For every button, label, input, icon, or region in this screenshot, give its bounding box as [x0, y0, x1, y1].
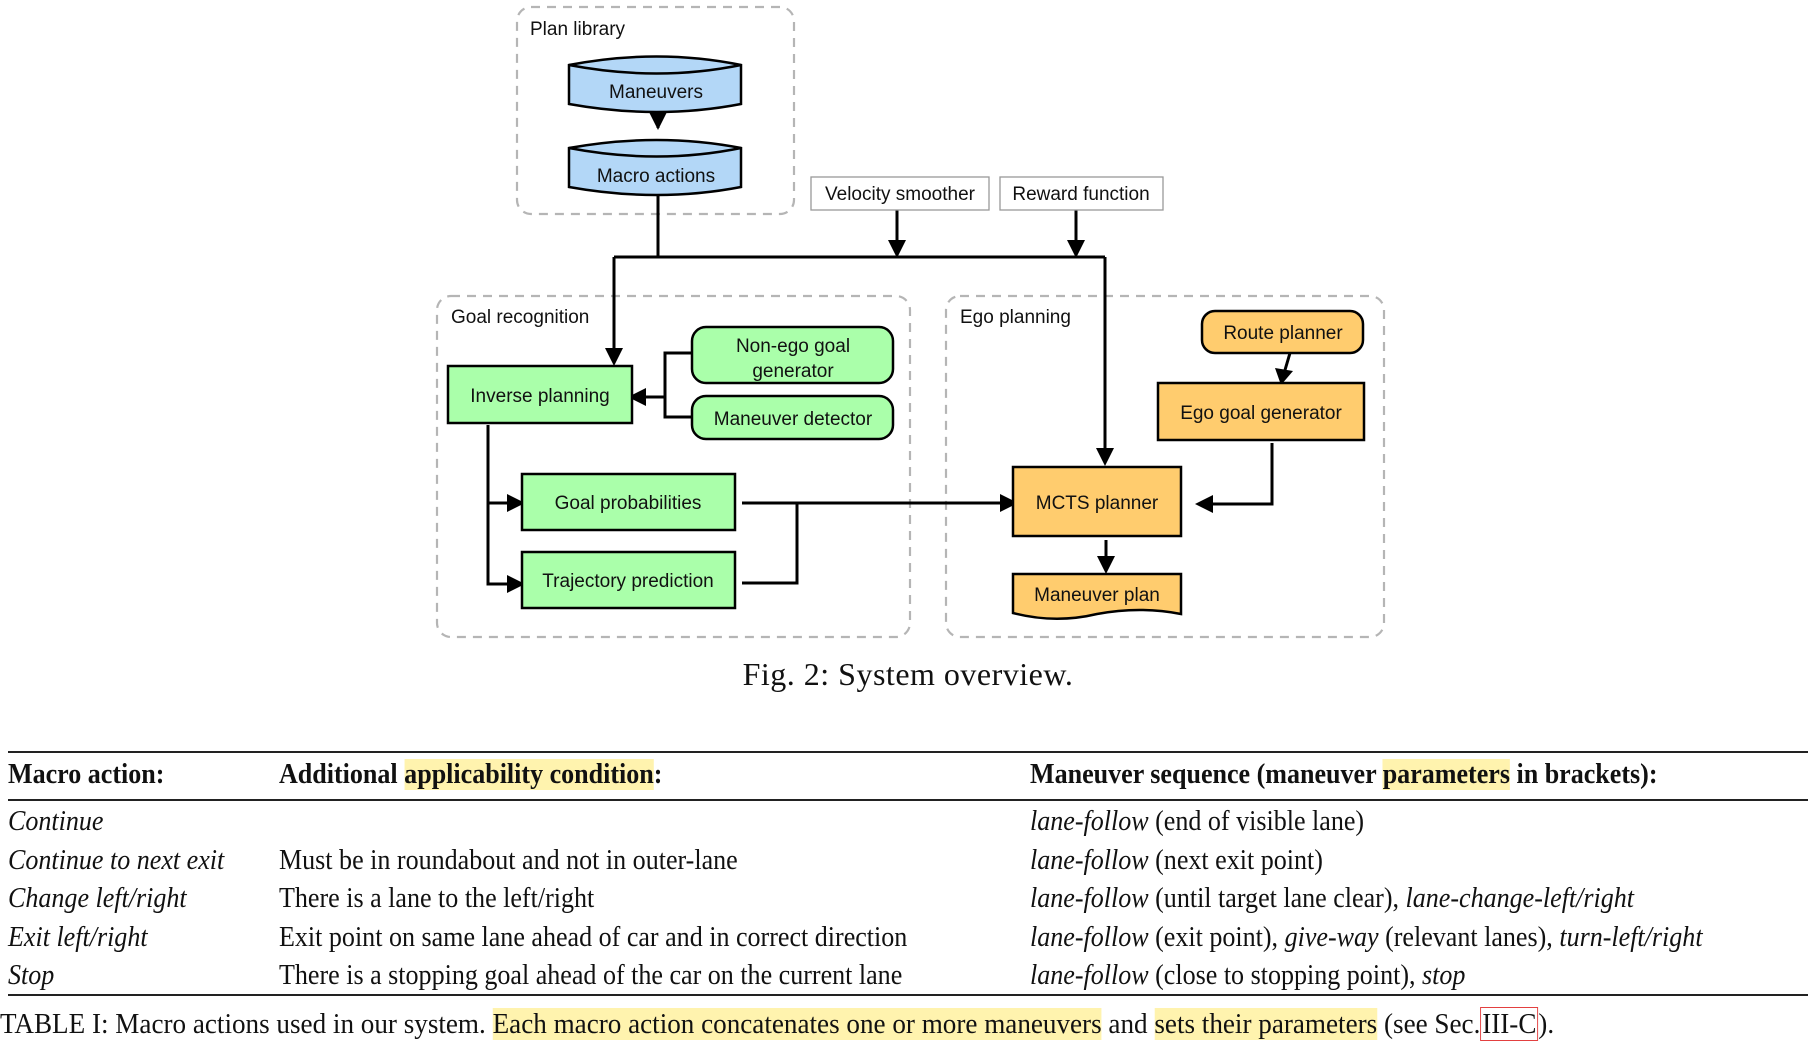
arrowhead-down-inverse	[605, 348, 623, 366]
group-label-plan-library: Plan library	[530, 19, 626, 40]
node-label: Maneuver detector	[714, 409, 873, 430]
node-label: Inverse planning	[470, 386, 609, 407]
edge-egogoal-mcts	[1210, 443, 1274, 506]
table-header-row: Macro action: Additional applicability c…	[8, 759, 1808, 797]
table-row: Exit left/right Exit point on same lane a…	[8, 922, 1808, 960]
node-inverse-planning: Inverse planning	[446, 364, 634, 425]
cell-macro-action: Change left/right	[8, 883, 187, 914]
header-macro-action: Macro action:	[8, 759, 165, 790]
arrowhead-left-mcts	[1195, 495, 1213, 513]
edge-detectors-merge	[663, 351, 692, 419]
node-label: Goal probabilities	[555, 493, 702, 514]
table-bottom-rule	[8, 994, 1808, 996]
cell-maneuver-sequence: lane-follow (end of visible lane)	[1030, 806, 1364, 838]
arrowhead-down-mcts	[1096, 448, 1114, 466]
node-label-line1: Non-ego goal	[736, 336, 850, 357]
maneuver-name: lane-follow	[1030, 960, 1149, 991]
maneuver-name: lane-follow	[1030, 806, 1149, 837]
header-applicability-condition: Additional applicability condition:	[279, 759, 662, 791]
cell-maneuver-sequence: lane-follow (until target lane clear), l…	[1030, 883, 1634, 915]
node-velocity-smoother: Velocity smoother	[810, 176, 990, 211]
node-mcts-planner: MCTS planner	[1011, 465, 1183, 538]
header-text: Additional	[279, 759, 405, 790]
node-label: Maneuvers	[609, 82, 703, 103]
maneuver-name: turn-left/right	[1559, 921, 1703, 953]
cell-macro-action: Stop	[8, 960, 55, 991]
table-caption: TABLE I: Macro actions used in our syste…	[0, 1007, 1698, 1041]
node-label: Reward function	[1012, 184, 1149, 205]
table-caption-text: and	[1101, 1008, 1155, 1040]
table-caption-text: ).	[1538, 1008, 1555, 1040]
table-row: Continue lane-follow (end of visible lane…	[8, 806, 1808, 844]
cell-macro-action: Exit left/right	[8, 921, 148, 953]
node-label: Trajectory prediction	[542, 571, 713, 592]
node-label-line2: generator	[752, 361, 834, 382]
cell-condition: Exit point on same lane ahead of car and…	[279, 921, 908, 953]
maneuver-parameter: (exit point),	[1148, 921, 1285, 953]
maneuver-name: lane-follow	[1030, 921, 1149, 953]
header-highlight: applicability condition	[404, 759, 654, 790]
table-caption-text: (see Sec.	[1377, 1008, 1481, 1040]
edge-trajectory-merge	[742, 503, 799, 585]
group-label-goal-recognition: Goal recognition	[451, 307, 589, 328]
figure-caption: Fig. 2: System overview.	[742, 656, 1074, 692]
maneuver-parameter: (next exit point)	[1148, 844, 1323, 876]
node-route-planner: Route planner	[1200, 309, 1365, 355]
header-text: Maneuver sequence (maneuver	[1030, 759, 1383, 790]
header-text: :	[653, 759, 663, 790]
node-maneuvers: Maneuvers	[567, 55, 743, 114]
node-reward-function: Reward function	[999, 176, 1164, 211]
table-caption-text: TABLE I: Macro actions used in our syste…	[0, 1008, 493, 1040]
cell-condition: Must be in roundabout and not in outer-l…	[279, 844, 738, 876]
cell-condition: There is a lane to the left/right	[279, 883, 595, 914]
node-label: Velocity smoother	[825, 184, 976, 205]
maneuver-name: lane-follow	[1030, 883, 1149, 914]
arrowhead-down-plan	[1097, 556, 1115, 574]
system-overview-diagram: Plan library Goal recognition Ego planni…	[435, 5, 1386, 639]
table-row: Change left/right There is a lane to the …	[8, 883, 1808, 921]
node-maneuver-detector: Maneuver detector	[690, 394, 895, 441]
node-label: Maneuver plan	[1034, 585, 1160, 606]
cell-macro-action: Continue	[8, 806, 104, 837]
group-label-ego-planning: Ego planning	[960, 307, 1071, 328]
maneuver-parameter: (until target lane clear),	[1148, 883, 1406, 914]
cell-maneuver-sequence: lane-follow (next exit point)	[1030, 845, 1323, 877]
arrowhead-down-velocity	[888, 240, 906, 258]
edge-route-egogoal	[1283, 352, 1292, 371]
maneuver-parameter: (close to stopping point),	[1148, 960, 1423, 991]
node-label: Macro actions	[597, 166, 715, 187]
node-label: MCTS planner	[1036, 493, 1159, 514]
header-text: in brackets):	[1509, 759, 1658, 790]
table-row: Continue to next exit Must be in roundabo…	[8, 845, 1808, 883]
arrowhead-down-macro	[649, 112, 667, 130]
header-highlight: parameters	[1382, 759, 1510, 790]
node-ego-goal-generator: Ego goal generator	[1156, 381, 1366, 442]
maneuver-name: lane-change-left/right	[1405, 883, 1635, 914]
table-caption-highlight: sets their parameters	[1154, 1008, 1378, 1040]
maneuver-parameter: (relevant lanes),	[1378, 921, 1560, 953]
table-top-rule	[8, 751, 1808, 753]
node-non-ego-goal-generator: Non-ego goal generator	[690, 325, 895, 385]
maneuver-parameter: (end of visible lane)	[1148, 806, 1365, 837]
node-maneuver-plan: Maneuver plan	[1011, 572, 1183, 620]
node-goal-probabilities: Goal probabilities	[520, 472, 737, 532]
cell-maneuver-sequence: lane-follow (close to stopping point), s…	[1030, 960, 1465, 992]
cell-condition: There is a stopping goal ahead of the ca…	[279, 960, 903, 991]
cell-maneuver-sequence: lane-follow (exit point), give-way (rele…	[1030, 922, 1703, 954]
cell-macro-action: Continue to next exit	[8, 844, 225, 876]
node-trajectory-prediction: Trajectory prediction	[520, 550, 737, 610]
node-label: Route planner	[1223, 323, 1343, 344]
section-reference-link[interactable]: III-C	[1480, 1007, 1539, 1041]
maneuver-name: give-way	[1284, 921, 1379, 953]
table-caption-highlight: Each macro action concatenates one or mo…	[492, 1008, 1102, 1040]
node-label: Ego goal generator	[1180, 403, 1342, 424]
arrowhead-down-reward	[1067, 240, 1085, 258]
node-macro-actions: Macro actions	[567, 138, 743, 197]
table-row: Stop There is a stopping goal ahead of th…	[8, 960, 1808, 998]
table-mid-rule	[8, 799, 1808, 801]
maneuver-name: stop	[1422, 960, 1466, 991]
maneuver-name: lane-follow	[1030, 844, 1149, 876]
header-maneuver-sequence: Maneuver sequence (maneuver parameters i…	[1030, 759, 1658, 791]
